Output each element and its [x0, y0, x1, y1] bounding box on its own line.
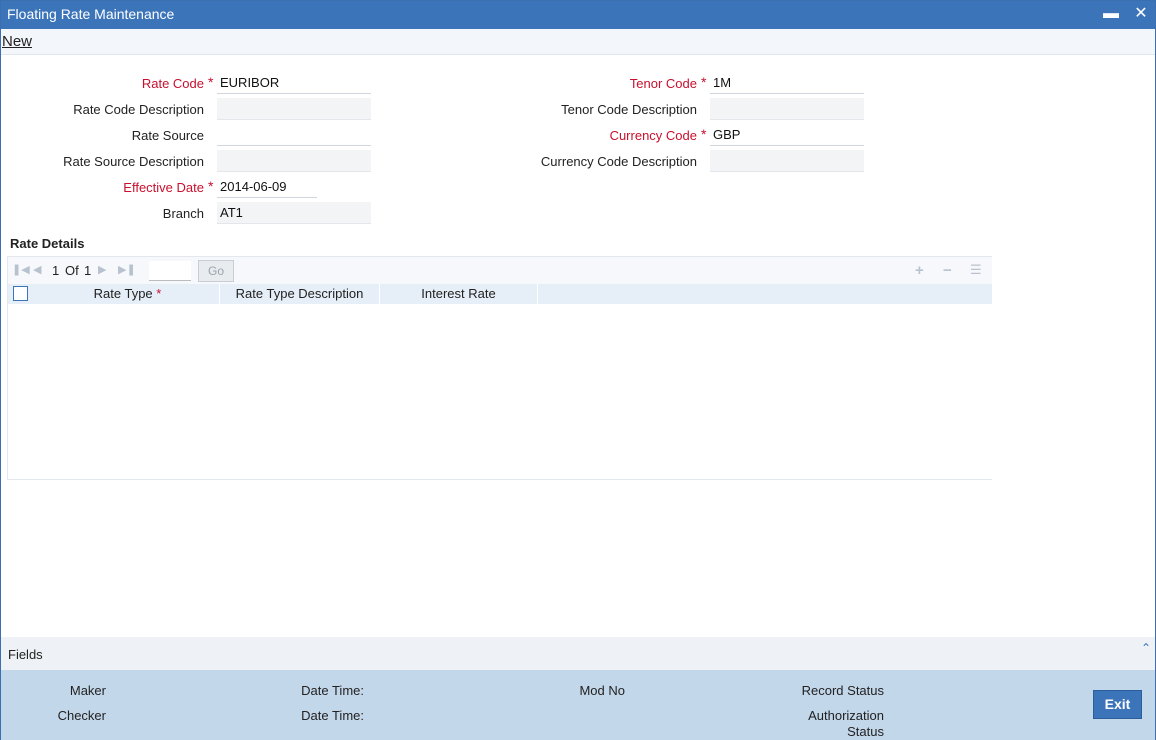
tenor-code-label: Tenor Code [629, 76, 697, 91]
previous-page-icon[interactable]: ◀ [33, 263, 41, 276]
last-page-icon[interactable]: ▶❚ [118, 263, 136, 276]
page-number-input[interactable] [149, 261, 191, 281]
checker-label: Checker [57, 708, 106, 723]
single-view-icon[interactable]: ☰ [970, 262, 982, 278]
rate-details-grid: ❚◀ ◀ 1 Of 1 ▶ ▶❚ Go + − ☰ Rate Type * Ra… [7, 256, 992, 480]
branch-label: Branch [162, 206, 204, 221]
rate-code-description-field[interactable] [217, 98, 371, 120]
grid-toolbar: ❚◀ ◀ 1 Of 1 ▶ ▶❚ Go + − ☰ [8, 257, 992, 284]
menu-bar: New [1, 29, 1155, 55]
delete-row-icon[interactable]: − [943, 262, 952, 279]
window-title: Floating Rate Maintenance [7, 6, 175, 22]
currency-code-label: Currency Code [609, 128, 697, 143]
close-icon[interactable]: ✕ [1132, 5, 1150, 23]
of-label: Of [65, 263, 79, 278]
title-bar: Floating Rate Maintenance ▬ ✕ [1, 1, 1155, 29]
rate-details-title: Rate Details [10, 236, 85, 251]
authorization-status-label-line2: Status [847, 724, 884, 739]
tenor-code-description-field[interactable] [710, 98, 864, 120]
rate-type-header-label: Rate Type [93, 286, 153, 301]
minimize-icon[interactable]: ▬ [1102, 5, 1120, 23]
fields-bar[interactable]: Fields ⌃ [1, 637, 1155, 670]
first-page-icon[interactable]: ❚◀ [12, 263, 30, 276]
rate-source-description-label: Rate Source Description [63, 154, 204, 169]
column-header-rate-type[interactable]: Rate Type * [36, 284, 220, 304]
column-header-interest-rate[interactable]: Interest Rate [380, 284, 538, 304]
currency-code-field[interactable] [710, 124, 864, 146]
rate-source-field[interactable] [217, 124, 371, 146]
tenor-code-description-label: Tenor Code Description [561, 102, 697, 117]
fields-label: Fields [8, 647, 43, 662]
currency-code-description-label: Currency Code Description [540, 154, 697, 169]
total-pages: 1 [84, 263, 92, 278]
tenor-code-field[interactable] [710, 72, 864, 94]
maker-label: Maker [69, 683, 106, 698]
next-page-icon[interactable]: ▶ [98, 263, 106, 276]
branch-field[interactable] [217, 202, 371, 224]
rate-code-description-label: Rate Code Description [73, 102, 204, 117]
current-page: 1 [52, 263, 60, 278]
maker-date-time-label: Date Time: [301, 683, 364, 698]
exit-button[interactable]: Exit [1093, 690, 1142, 719]
required-marker: * [208, 74, 214, 90]
add-row-icon[interactable]: + [915, 262, 924, 279]
required-marker: * [701, 74, 707, 90]
effective-date-label: Effective Date [123, 180, 204, 195]
required-marker: * [701, 126, 707, 142]
chevron-up-icon[interactable]: ⌃ [1141, 641, 1151, 655]
go-button[interactable]: Go [198, 260, 234, 282]
select-all-checkbox[interactable] [13, 286, 28, 301]
rate-source-description-field[interactable] [217, 150, 371, 172]
grid-header: Rate Type * Rate Type Description Intere… [8, 284, 992, 304]
rate-code-field[interactable] [217, 72, 371, 94]
currency-code-description-field[interactable] [710, 150, 864, 172]
rate-source-label: Rate Source [131, 128, 204, 143]
new-link[interactable]: New [2, 33, 32, 50]
authorization-status-label-line1: Authorization [808, 708, 884, 723]
audit-footer: Maker Checker Date Time: Date Time: Mod … [1, 670, 1155, 740]
effective-date-field[interactable] [217, 176, 317, 198]
floating-rate-window: Floating Rate Maintenance ▬ ✕ New Rate C… [0, 0, 1156, 740]
mod-no-label: Mod No [579, 683, 625, 698]
column-header-rate-type-description[interactable]: Rate Type Description [220, 284, 380, 304]
required-marker: * [156, 286, 162, 301]
record-status-label: Record Status [801, 683, 884, 698]
checker-date-time-label: Date Time: [301, 708, 364, 723]
rate-code-label: Rate Code [141, 76, 204, 91]
required-marker: * [208, 178, 214, 194]
